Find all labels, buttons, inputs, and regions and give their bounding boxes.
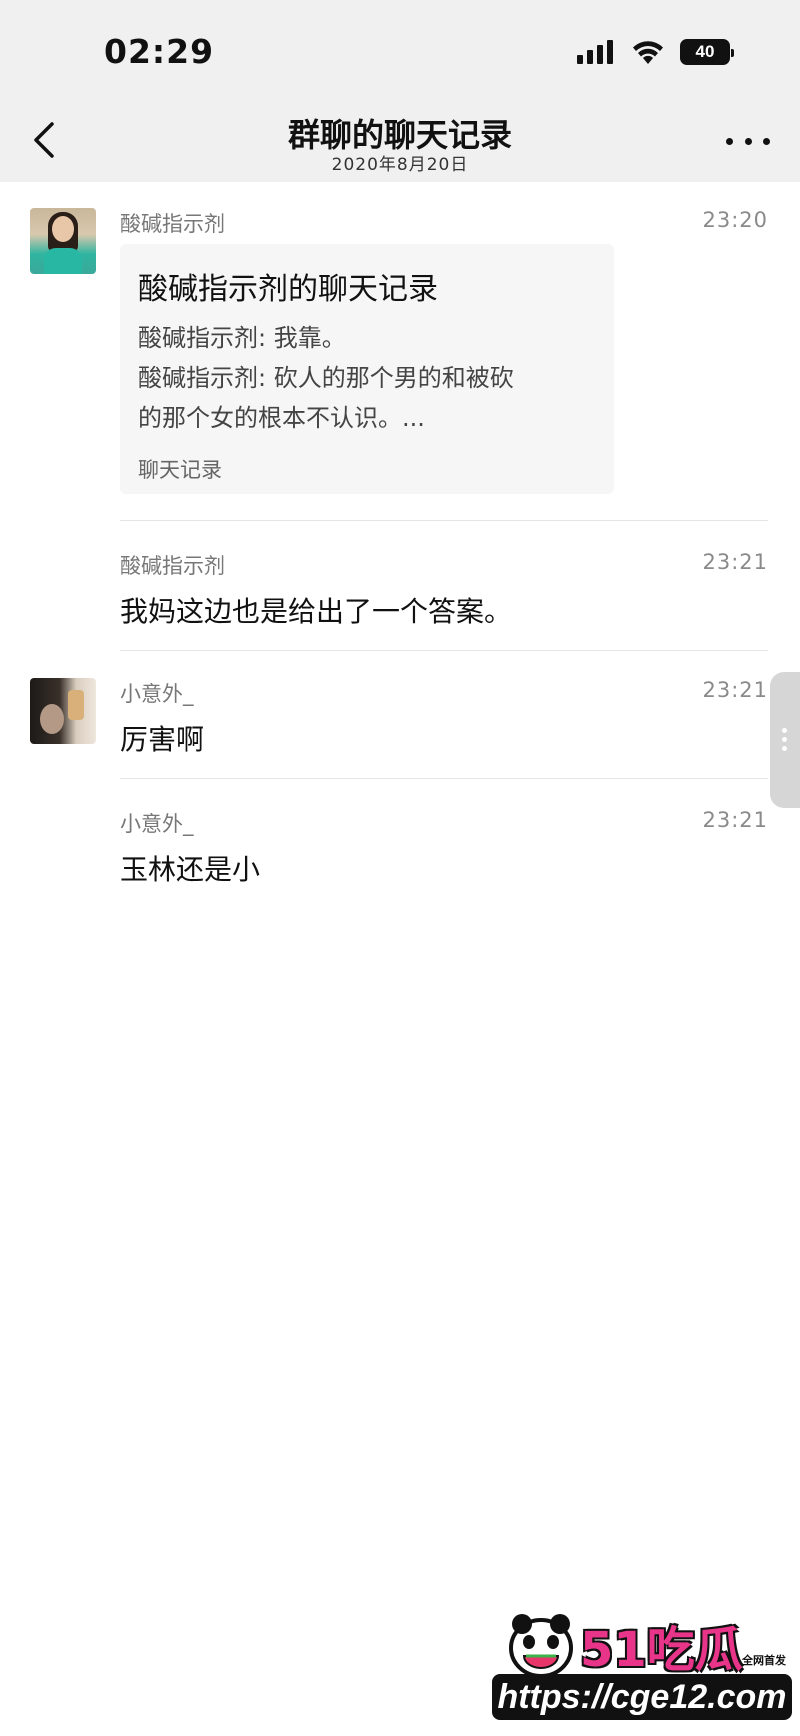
watermark-url: https://cge12.com	[492, 1674, 792, 1720]
sender-name: 小意外_	[120, 812, 194, 836]
chat-record-title: 酸碱指示剂的聊天记录	[138, 272, 438, 307]
status-bar: 02:29 40	[0, 0, 800, 100]
page-subtitle-date: 2020年8月20日	[331, 155, 469, 175]
mascot-icon	[509, 1614, 573, 1678]
chat-record-line: 的那个女的根本不认识。...	[138, 404, 425, 432]
watermark-badge: 全网首发	[742, 1654, 786, 1667]
message-divider	[120, 650, 768, 651]
avatar[interactable]	[30, 678, 96, 744]
message-text: 玉林还是小	[120, 853, 261, 886]
message-item: 酸碱指示剂 23:20 酸碱指示剂的聊天记录 酸碱指示剂: 我靠。 酸碱指示剂:…	[0, 208, 800, 498]
sender-name: 酸碱指示剂	[120, 554, 225, 578]
status-icons: 40	[576, 36, 734, 68]
sender-name: 酸碱指示剂	[120, 212, 225, 236]
message-time: 23:21	[702, 550, 768, 574]
avatar[interactable]	[30, 208, 96, 274]
message-item: 小意外_ 23:21 玉林还是小	[0, 808, 800, 888]
message-item: 小意外_ 23:21 厉害啊	[0, 678, 800, 758]
message-time: 23:21	[702, 678, 768, 702]
chat-record-footer: 聊天记录	[138, 458, 222, 482]
battery-icon: 40	[680, 39, 734, 65]
signal-icon	[577, 40, 613, 64]
watermark-logo: 51吃瓜	[580, 1622, 743, 1678]
message-time: 23:21	[702, 808, 768, 832]
chat-record-card[interactable]: 酸碱指示剂的聊天记录 酸碱指示剂: 我靠。 酸碱指示剂: 砍人的那个男的和被砍 …	[120, 244, 614, 494]
chat-record-line: 酸碱指示剂: 我靠。	[138, 324, 346, 352]
message-time: 23:20	[702, 208, 768, 232]
status-time: 02:29	[104, 32, 215, 71]
message-divider	[120, 520, 768, 521]
chat-record-line: 酸碱指示剂: 砍人的那个男的和被砍	[138, 364, 514, 392]
message-divider	[120, 778, 768, 779]
more-button[interactable]	[726, 126, 770, 156]
message-text: 厉害啊	[120, 723, 205, 756]
message-item: 酸碱指示剂 23:21 我妈这边也是给出了一个答案。	[0, 550, 800, 630]
floating-side-handle[interactable]	[770, 672, 800, 808]
watermark: 51吃瓜 全网首发 https://cge12.com	[492, 1610, 792, 1730]
nav-bar: 群聊的聊天记录 2020年8月20日	[0, 100, 800, 182]
sender-name: 小意外_	[120, 682, 194, 706]
battery-level: 40	[695, 42, 715, 61]
wifi-icon	[633, 41, 663, 64]
more-dots-icon	[726, 137, 733, 145]
message-text: 我妈这边也是给出了一个答案。	[120, 595, 513, 628]
